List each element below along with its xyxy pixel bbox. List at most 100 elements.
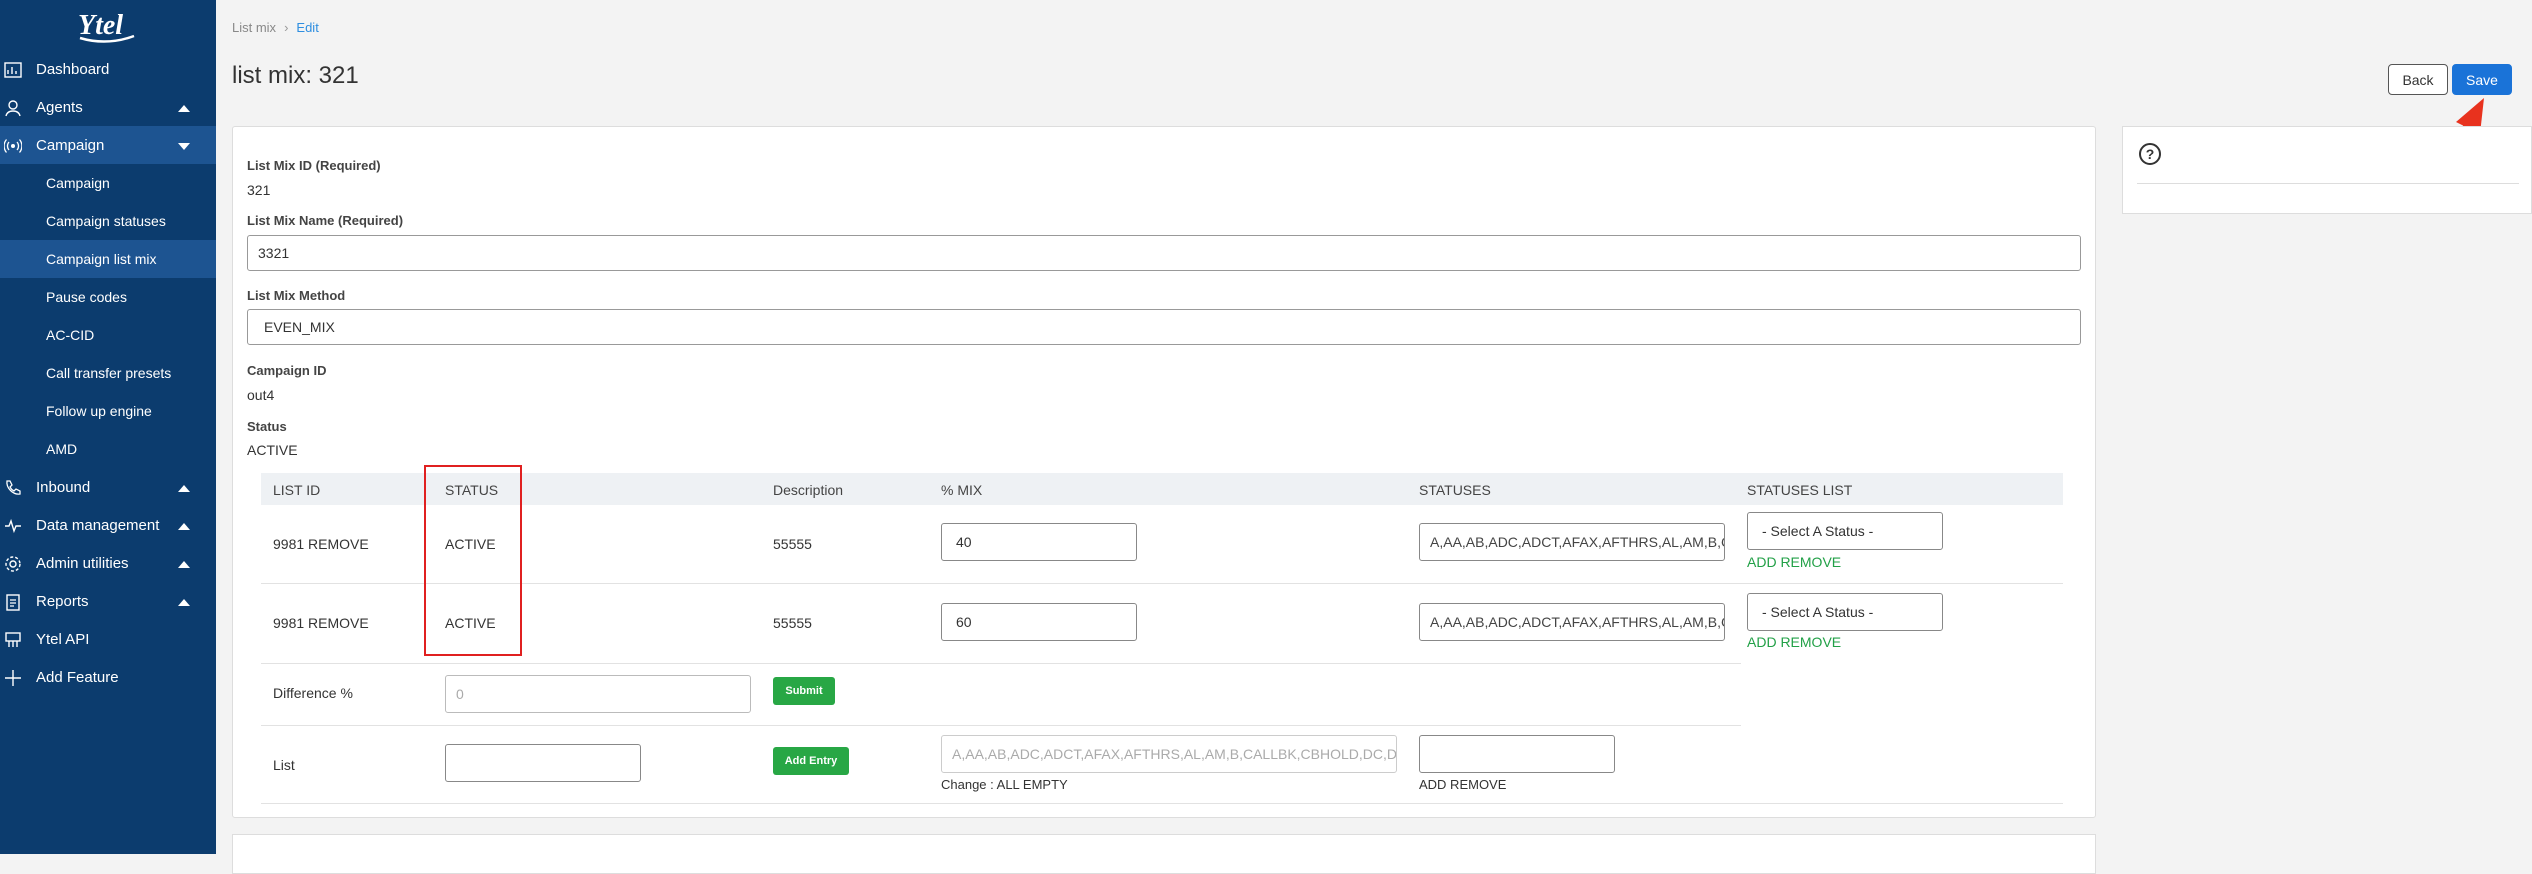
subitem-label: Pause codes [46, 289, 127, 305]
sidebar-item-label: Add Feature [36, 669, 119, 686]
sidebar-item-agents[interactable]: Agents [0, 88, 216, 126]
gear-icon [5, 556, 21, 572]
sidebar-item-campaign[interactable]: Campaign [0, 126, 216, 164]
col-description: Description [773, 482, 844, 498]
ytel-logo[interactable]: Ytel [72, 2, 142, 46]
mix-percent-input[interactable]: 60 [941, 603, 1137, 641]
help-panel: ? [2122, 126, 2532, 214]
chevron-up-icon [178, 105, 190, 112]
row-description: 55555 [773, 615, 812, 631]
list-statuses-input[interactable]: A,AA,AB,ADC,ADCT,AFAX,AFTHRS,AL,AM,B,CAL… [941, 735, 1397, 773]
sidebar-item-label: Data management [36, 517, 160, 534]
submit-button[interactable]: Submit [773, 677, 835, 705]
subitem-label: Campaign statuses [46, 213, 166, 229]
phone-icon [6, 480, 21, 495]
campaign-id-label: Campaign ID [247, 363, 327, 378]
campaign-id-value: out4 [247, 387, 275, 403]
statuses-input[interactable]: A,AA,AB,ADC,ADCT,AFAX,AFTHRS,AL,AM,B,C [1419, 523, 1725, 561]
status-value: ACTIVE [247, 442, 298, 458]
sidebar-item-label: Reports [36, 593, 89, 610]
sidebar-subitem-ac-cid[interactable]: AC-CID [0, 316, 216, 354]
difference-input[interactable]: 0 [445, 675, 751, 713]
difference-label: Difference % [273, 685, 353, 701]
sidebar-subitem-call-transfer-presets[interactable]: Call transfer presets [0, 354, 216, 392]
save-button[interactable]: Save [2452, 64, 2512, 95]
chevron-up-icon [178, 523, 190, 530]
status-label: Status [247, 419, 287, 434]
status-column-highlight [424, 465, 522, 656]
sidebar-item-ytel-api[interactable]: Ytel API [0, 620, 216, 658]
sidebar-subitem-campaign-list-mix[interactable]: Campaign list mix [0, 240, 216, 278]
sidebar-item-label: Dashboard [36, 61, 110, 78]
row-description: 55555 [773, 536, 812, 552]
agents-icon [5, 100, 21, 117]
add-remove-link[interactable]: ADD REMOVE [1747, 634, 1841, 650]
mix-percent-input[interactable]: 40 [941, 523, 1137, 561]
select-status-dropdown[interactable]: - Select A Status - [1747, 593, 1943, 631]
select-status-dropdown[interactable]: - Select A Status - [1747, 512, 1943, 550]
list-mix-name-label: List Mix Name (Required) [247, 213, 404, 228]
page-title: list mix: 321 [232, 62, 359, 89]
list-mix-method-select[interactable]: EVEN_MIX [247, 309, 2081, 345]
subitem-label: Follow up engine [46, 403, 152, 419]
chevron-up-icon [178, 561, 190, 568]
subitem-label: Campaign list mix [46, 251, 157, 267]
change-text: Change : ALL EMPTY [941, 777, 1068, 792]
pulse-icon [5, 518, 21, 534]
subitem-label: AC-CID [46, 327, 95, 343]
list-add-remove-link[interactable]: ADD REMOVE [1419, 777, 1506, 792]
statuses-input[interactable]: A,AA,AB,ADC,ADCT,AFAX,AFTHRS,AL,AM,B,C [1419, 603, 1725, 641]
col-list-id: LIST ID [273, 482, 321, 498]
row-list-id: 9981 REMOVE [273, 615, 369, 631]
divider [261, 725, 1741, 726]
sidebar-subitem-campaign[interactable]: Campaign [0, 164, 216, 202]
subitem-label: Call transfer presets [46, 365, 172, 381]
add-entry-button[interactable]: Add Entry [773, 747, 849, 775]
breadcrumb-parent-link[interactable]: List mix [232, 20, 276, 35]
subitem-label: Campaign [46, 175, 110, 191]
api-icon [5, 632, 21, 647]
sidebar-item-inbound[interactable]: Inbound [0, 468, 216, 506]
svg-text:Ytel: Ytel [78, 10, 123, 41]
chevron-right-icon: › [284, 20, 289, 35]
list-status-select[interactable] [1419, 735, 1615, 773]
back-button[interactable]: Back [2388, 64, 2448, 95]
col-mix: % MIX [941, 482, 983, 498]
table-header: LIST ID STATUS Description % MIX STATUSE… [261, 473, 2063, 505]
sidebar-item-label: Admin utilities [36, 555, 129, 572]
sidebar-item-data-management[interactable]: Data management [0, 506, 216, 544]
sidebar-item-admin-utilities[interactable]: Admin utilities [0, 544, 216, 582]
sidebar-item-reports[interactable]: Reports [0, 582, 216, 620]
dashboard-icon [4, 62, 22, 78]
sidebar-nav: Dashboard Agents Campaign Campaign Campa… [0, 50, 216, 696]
col-statuses-list: STATUSES LIST [1747, 482, 1853, 498]
sidebar-subitem-amd[interactable]: AMD [0, 430, 216, 468]
sidebar-subitem-pause-codes[interactable]: Pause codes [0, 278, 216, 316]
sidebar-subitem-campaign-statuses[interactable]: Campaign statuses [0, 202, 216, 240]
sidebar-subitem-follow-up-engine[interactable]: Follow up engine [0, 392, 216, 430]
secondary-card [232, 834, 2096, 874]
chevron-up-icon [178, 599, 190, 606]
add-remove-link[interactable]: ADD REMOVE [1747, 554, 1841, 570]
clipboard-icon [6, 594, 20, 611]
plus-icon [5, 670, 21, 686]
divider [261, 663, 1741, 664]
sidebar: Ytel Dashboard Agents Campaign Campaign … [0, 0, 216, 854]
sidebar-item-label: Campaign [36, 137, 105, 154]
list-mix-id-label: List Mix ID (Required) [247, 158, 381, 173]
sidebar-item-label: Inbound [36, 479, 91, 496]
chevron-down-icon [178, 143, 190, 150]
sidebar-item-label: Ytel API [36, 631, 90, 648]
list-mix-id-value: 321 [247, 182, 271, 198]
campaign-icon [4, 139, 22, 153]
help-icon[interactable]: ? [2139, 143, 2161, 165]
divider [261, 583, 2063, 584]
chevron-up-icon [178, 485, 190, 492]
breadcrumb-current: Edit [296, 20, 319, 35]
list-mix-name-input[interactable]: 3321 [247, 235, 2081, 271]
list-label: List [273, 757, 295, 773]
sidebar-item-add-feature[interactable]: Add Feature [0, 658, 216, 696]
divider [2137, 183, 2519, 184]
sidebar-item-dashboard[interactable]: Dashboard [0, 50, 216, 88]
list-input[interactable] [445, 744, 641, 782]
